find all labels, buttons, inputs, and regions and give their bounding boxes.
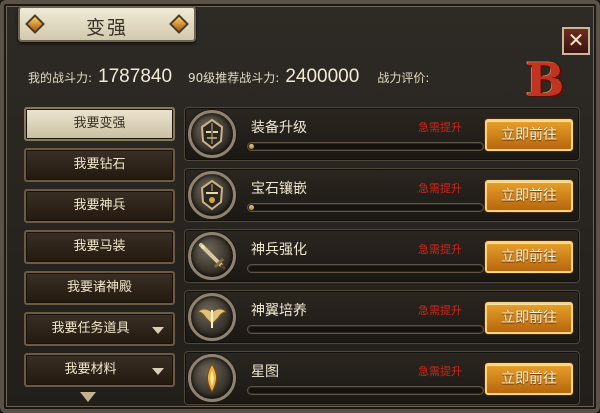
my-power-label: 我的战斗力:: [28, 71, 93, 85]
status-badge: 急需提升: [418, 365, 462, 378]
go-now-button[interactable]: 立即前往: [485, 302, 573, 334]
progress-bar: [247, 264, 484, 273]
title-tab: 变强: [18, 6, 196, 42]
sidebar-item-label: 我要材料: [64, 362, 117, 377]
task-title: 宝石镶嵌: [251, 181, 307, 197]
progress-bar: [247, 325, 484, 334]
sidebar-item-quest-items[interactable]: 我要任务道具: [24, 312, 175, 346]
scroll-arrow-icon: [80, 392, 96, 402]
window-title: 变强: [85, 17, 128, 39]
sidebar-item-label: 我要钻石: [73, 157, 126, 172]
progress-bar: [247, 142, 484, 151]
sidebar: 我要变强 我要钻石 我要神兵 我要马装 我要诸神殿 我要任务道具 我要材料: [24, 107, 175, 394]
my-power-value: 1787840: [98, 66, 173, 87]
sidebar-item-strengthen[interactable]: 我要变强: [24, 107, 175, 141]
status-badge: 急需提升: [418, 243, 462, 256]
status-badge: 急需提升: [418, 121, 462, 134]
wings-icon: [188, 293, 236, 341]
task-title: 神兵强化: [251, 242, 307, 258]
helmet-icon: [188, 110, 236, 158]
go-now-button[interactable]: 立即前往: [485, 180, 573, 212]
recommended-power-label: 90级推荐战斗力:: [188, 71, 280, 85]
recommended-power-value: 2400000: [285, 66, 360, 87]
task-title: 星图: [251, 364, 279, 380]
sidebar-item-label: 我要诸神殿: [66, 280, 132, 295]
star-chart-icon: [188, 354, 236, 402]
helmet-gem-icon: [188, 171, 236, 219]
progress-fill: [249, 205, 254, 210]
close-icon: ✕: [567, 28, 585, 52]
sidebar-item-mount-gear[interactable]: 我要马装: [24, 230, 175, 264]
rating-grade-badge: B: [525, 53, 565, 107]
power-stats: 我的战斗力: 1787840 90级推荐战斗力: 2400000 战力评价:: [28, 66, 429, 94]
task-row-star-chart: 星图 急需提升 立即前往: [184, 351, 580, 405]
progress-bar: [247, 203, 484, 212]
sidebar-item-divine-weapon[interactable]: 我要神兵: [24, 189, 175, 223]
progress-fill: [249, 144, 254, 149]
sidebar-item-label: 我要神兵: [73, 198, 126, 213]
go-now-button[interactable]: 立即前往: [485, 241, 573, 273]
task-list: 装备升级 急需提升 立即前往 宝石镶嵌 急需提升 立即前往 神兵强化 急需提升 …: [184, 107, 580, 412]
sidebar-item-label: 我要任务道具: [51, 321, 130, 336]
task-row-equipment-upgrade: 装备升级 急需提升 立即前往: [184, 107, 580, 161]
go-now-button[interactable]: 立即前往: [485, 363, 573, 395]
task-row-divine-weapon: 神兵强化 急需提升 立即前往: [184, 229, 580, 283]
close-button[interactable]: ✕: [562, 27, 590, 55]
chevron-down-icon: [152, 368, 164, 375]
task-title: 装备升级: [251, 120, 307, 136]
sidebar-item-materials[interactable]: 我要材料: [24, 353, 175, 387]
sidebar-item-diamonds[interactable]: 我要钻石: [24, 148, 175, 182]
rating-label: 战力评价:: [377, 71, 430, 85]
chevron-down-icon: [152, 327, 164, 334]
status-badge: 急需提升: [418, 304, 462, 317]
status-badge: 急需提升: [418, 182, 462, 195]
sword-icon: [188, 232, 236, 280]
sidebar-item-label: 我要马装: [73, 239, 126, 254]
sidebar-item-pantheon[interactable]: 我要诸神殿: [24, 271, 175, 305]
task-row-gem-inlay: 宝石镶嵌 急需提升 立即前往: [184, 168, 580, 222]
task-title: 神翼培养: [251, 303, 307, 319]
sidebar-item-label: 我要变强: [73, 116, 126, 131]
progress-bar: [247, 386, 484, 395]
strengthen-panel: 变强 ✕ 我的战斗力: 1787840 90级推荐战斗力: 2400000 战力…: [0, 0, 600, 413]
go-now-button[interactable]: 立即前往: [485, 119, 573, 151]
task-row-divine-wings: 神翼培养 急需提升 立即前往: [184, 290, 580, 344]
